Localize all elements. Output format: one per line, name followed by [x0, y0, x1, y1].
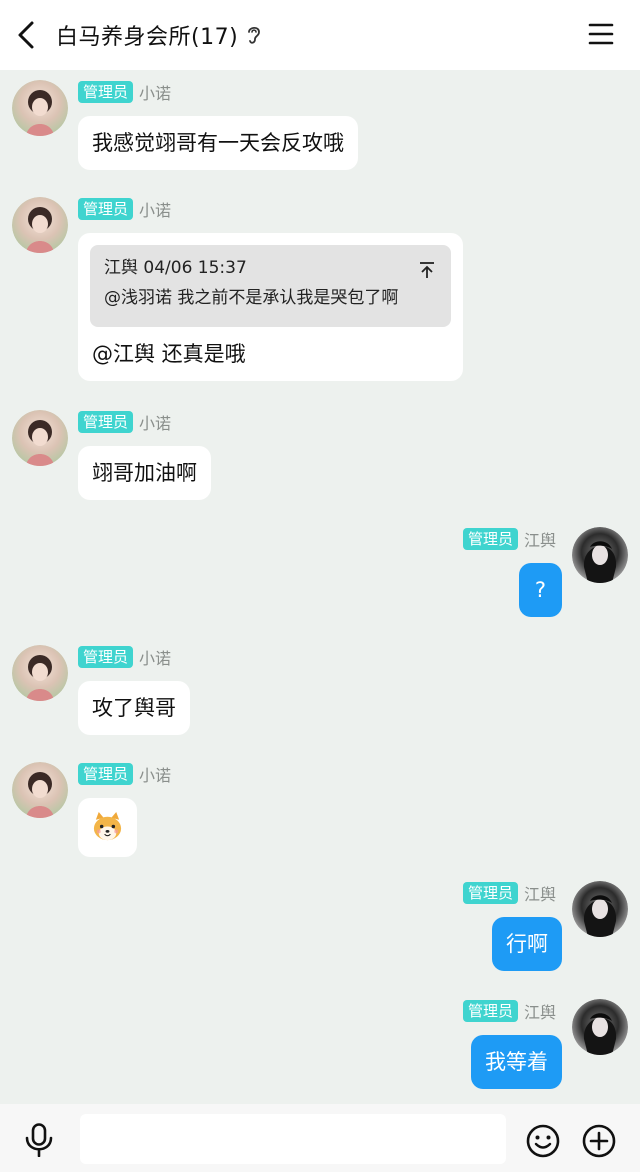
microphone-icon — [25, 1123, 53, 1158]
chevron-left-icon — [18, 21, 34, 49]
message-meta: 管理员 江舆 — [462, 999, 556, 1023]
sticker-bubble[interactable] — [78, 798, 137, 857]
admin-badge: 管理员 — [78, 198, 134, 220]
message-bubble[interactable]: 我感觉翊哥有一天会反攻哦 — [78, 116, 358, 170]
voice-button[interactable] — [24, 1123, 54, 1158]
avatar[interactable] — [12, 762, 68, 818]
message-bubble[interactable]: 攻了舆哥 — [78, 681, 190, 735]
message-bubble[interactable]: 翊哥加油啊 — [78, 446, 211, 500]
sender-name: 江舆 — [523, 1003, 556, 1022]
message-meta: 管理员 小诺 — [78, 645, 171, 669]
shiba-dog-emoji — [93, 811, 122, 841]
admin-badge: 管理员 — [78, 763, 134, 785]
message-meta: 管理员 小诺 — [78, 762, 171, 786]
message-meta: 管理员 江舆 — [462, 527, 556, 551]
sender-name: 小诺 — [139, 414, 172, 433]
message-meta: 管理员 小诺 — [78, 410, 171, 434]
hamburger-menu-icon — [588, 23, 614, 45]
avatar[interactable] — [12, 410, 68, 466]
quote-author-time: 江舆 04/06 15:37 — [104, 258, 247, 278]
admin-badge: 管理员 — [78, 81, 134, 103]
chat-title-group[interactable]: 白马养身会所(17) — [56, 19, 262, 51]
smiley-icon — [526, 1124, 560, 1158]
admin-badge: 管理员 — [462, 1000, 518, 1022]
avatar[interactable] — [12, 197, 68, 253]
message-bubble[interactable]: 我等着 — [471, 1035, 562, 1089]
message-input[interactable] — [80, 1114, 506, 1164]
message-item: 管理员 江舆 行啊 — [0, 881, 640, 981]
ear-icon — [248, 26, 261, 44]
message-item: 管理员 小诺 我感觉翊哥有一天会反攻哦 — [0, 80, 640, 180]
message-bubble[interactable]: 行啊 — [492, 917, 562, 971]
message-bubble[interactable]: ? — [518, 563, 562, 617]
message-item: 管理员 小诺 翊哥加油啊 — [0, 410, 640, 510]
quote-text: @浅羽诺 我之前不是承认我是哭包了啊 — [104, 288, 399, 308]
chat-header: 白马养身会所(17) — [0, 0, 640, 70]
quote-message-bubble[interactable]: 江舆 04/06 15:37 @浅羽诺 我之前不是承认我是哭包了啊 @江舆 还真… — [78, 233, 463, 381]
chat-title: 白马养身会所(17) — [56, 25, 239, 50]
admin-badge: 管理员 — [78, 646, 134, 668]
sender-name: 小诺 — [139, 84, 172, 103]
message-item: 管理员 江舆 ? — [0, 527, 640, 627]
pin-top-icon — [420, 262, 434, 278]
back-button[interactable] — [14, 20, 40, 50]
emoji-button[interactable] — [526, 1124, 560, 1158]
admin-badge: 管理员 — [462, 882, 518, 904]
avatar[interactable] — [572, 881, 628, 937]
sender-name: 小诺 — [139, 201, 172, 220]
message-meta: 管理员 小诺 — [78, 80, 171, 104]
more-button[interactable] — [582, 1124, 616, 1158]
sender-name: 江舆 — [523, 885, 556, 904]
sender-name: 小诺 — [139, 766, 172, 785]
menu-button[interactable] — [588, 22, 614, 46]
admin-badge: 管理员 — [462, 528, 518, 550]
input-bar — [0, 1104, 640, 1172]
quoted-message[interactable]: 江舆 04/06 15:37 @浅羽诺 我之前不是承认我是哭包了啊 — [90, 245, 451, 327]
avatar[interactable] — [12, 80, 68, 136]
sender-name: 江舆 — [523, 531, 556, 550]
sender-name: 小诺 — [139, 649, 172, 668]
avatar[interactable] — [12, 645, 68, 701]
message-meta: 管理员 江舆 — [462, 881, 556, 905]
admin-badge: 管理员 — [78, 411, 134, 433]
avatar[interactable] — [572, 527, 628, 583]
message-item: 管理员 小诺 攻了舆哥 — [0, 645, 640, 745]
avatar[interactable] — [572, 999, 628, 1055]
message-item: 管理员 江舆 我等着 — [0, 999, 640, 1099]
plus-circle-icon — [582, 1124, 616, 1158]
message-item: 管理员 小诺 江舆 04/06 15:37 @浅羽诺 我之前不是承认我是哭包了啊… — [0, 197, 640, 387]
reply-text: @江舆 还真是哦 — [92, 342, 246, 366]
message-meta: 管理员 小诺 — [78, 197, 171, 221]
message-item: 管理员 小诺 — [0, 762, 640, 862]
